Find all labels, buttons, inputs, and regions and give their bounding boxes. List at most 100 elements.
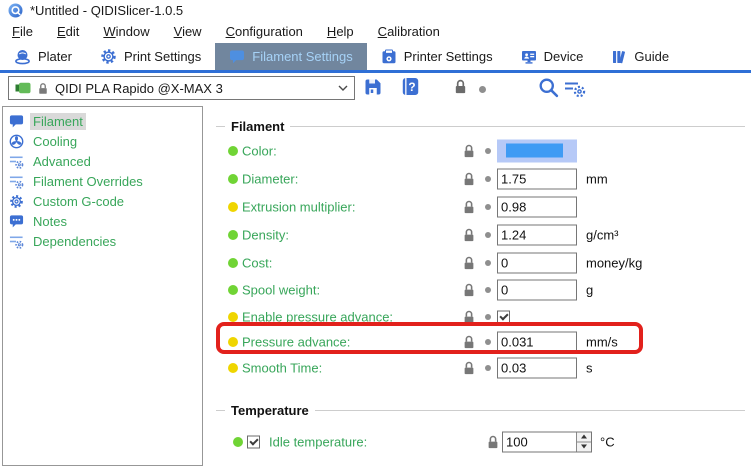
setting-label: Color:	[242, 143, 277, 158]
setting-label: Spool weight:	[242, 282, 320, 297]
spinner-up-button[interactable]	[577, 432, 591, 442]
svg-text:?: ?	[408, 80, 415, 94]
filament-settings-icon	[229, 49, 245, 65]
sidebar-item-label: Dependencies	[30, 233, 119, 250]
tab-printer-settings[interactable]: Printer Settings	[367, 43, 507, 70]
spool-weight-input[interactable]	[497, 279, 577, 300]
app-logo-icon	[8, 3, 23, 18]
sidebar-item-label: Notes	[30, 213, 70, 230]
lock-icon[interactable]	[462, 143, 476, 158]
sidebar-item-notes[interactable]: Notes	[3, 211, 202, 231]
lock-icon[interactable]	[462, 171, 476, 186]
density-input[interactable]	[497, 224, 577, 245]
list-gear-icon	[8, 173, 24, 189]
menu-calibration[interactable]: Calibration	[366, 21, 452, 43]
search-icon[interactable]	[538, 77, 559, 98]
diameter-input[interactable]	[497, 168, 577, 189]
lock-icon[interactable]	[462, 360, 476, 375]
section-title: Filament	[231, 119, 284, 134]
setting-row-color: Color:	[215, 137, 751, 164]
menu-help[interactable]: Help	[315, 21, 366, 43]
setting-row-density: Density: g/cm³	[215, 221, 751, 248]
menu-configuration[interactable]: Configuration	[214, 21, 315, 43]
menu-view[interactable]: View	[162, 21, 214, 43]
color-swatch[interactable]	[497, 139, 577, 162]
sidebar-item-dependencies[interactable]: Dependencies	[3, 231, 202, 251]
unit-label: °C	[600, 434, 615, 449]
spinner-down-button[interactable]	[577, 442, 591, 452]
extrusion-multiplier-input[interactable]	[497, 196, 577, 217]
tab-label: Filament Settings	[252, 49, 352, 64]
settings-page: Filament Color: Diameter: mm Extrusion m…	[215, 106, 751, 466]
lock-icon[interactable]	[462, 199, 476, 214]
settings-category-sidebar: Filament Cooling Advanced	[2, 106, 203, 466]
cost-input[interactable]	[497, 252, 577, 273]
settings-list-icon[interactable]	[564, 80, 586, 98]
unit-label: mm	[586, 171, 608, 186]
lock-icon[interactable]	[462, 282, 476, 297]
system-value-bullet	[228, 146, 238, 156]
setting-row-cost: Cost: money/kg	[215, 249, 751, 276]
window-title: *Untitled - QIDISlicer-1.0.5	[30, 3, 183, 18]
revert-dot	[485, 204, 491, 210]
sidebar-item-custom-gcode[interactable]: Custom G-code	[3, 191, 202, 211]
tab-plater[interactable]: Plater	[0, 43, 86, 70]
system-value-bullet	[228, 230, 238, 240]
section-temperature: Temperature	[216, 402, 745, 418]
save-icon[interactable]	[363, 77, 383, 97]
guide-icon	[611, 49, 627, 65]
lock-icon[interactable]	[486, 434, 500, 449]
revert-dot	[485, 232, 491, 238]
menu-edit[interactable]: Edit	[45, 21, 91, 43]
lock-icon[interactable]	[462, 227, 476, 242]
revert-dot	[485, 365, 491, 371]
revert-dot	[485, 260, 491, 266]
tab-print-settings[interactable]: Print Settings	[86, 43, 215, 70]
dropdown-chevron-icon[interactable]	[338, 85, 348, 91]
setting-label: Extrusion multiplier:	[242, 199, 355, 214]
idle-temperature-spinner[interactable]: 100	[502, 431, 592, 452]
menu-file[interactable]: File	[0, 21, 45, 43]
idle-temperature-checkbox[interactable]	[247, 435, 260, 448]
sidebar-item-filament[interactable]: Filament	[3, 111, 202, 131]
notes-bubble-icon	[8, 213, 24, 229]
preset-lock-icon	[37, 82, 49, 95]
setting-label: Smooth Time:	[242, 360, 322, 375]
lock-icon[interactable]	[453, 78, 468, 95]
filament-icon	[8, 113, 24, 129]
revert-dot	[485, 176, 491, 182]
color-swatch-value	[506, 143, 563, 157]
setting-label: Idle temperature:	[269, 434, 367, 449]
system-value-bullet	[228, 258, 238, 268]
modified-value-bullet	[228, 363, 238, 373]
help-book-icon[interactable]: ?	[401, 77, 420, 96]
menu-window[interactable]: Window	[91, 21, 161, 43]
lock-icon[interactable]	[462, 255, 476, 270]
tab-label: Print Settings	[124, 49, 201, 64]
list-gear-icon	[8, 153, 24, 169]
section-title: Temperature	[231, 403, 309, 418]
system-value-bullet	[228, 174, 238, 184]
tab-label: Plater	[38, 49, 72, 64]
sidebar-item-label: Custom G-code	[30, 193, 127, 210]
cooling-fan-icon	[8, 133, 24, 149]
arrow-down-icon	[581, 445, 587, 449]
preset-combo[interactable]: QIDI PLA Rapido @X-MAX 3	[8, 76, 355, 100]
sidebar-item-cooling[interactable]: Cooling	[3, 131, 202, 151]
unit-label: money/kg	[586, 255, 642, 270]
device-icon	[521, 49, 537, 65]
preset-toolbar: QIDI PLA Rapido @X-MAX 3 ?	[0, 73, 751, 106]
setting-row-spool-weight: Spool weight: g	[215, 276, 751, 303]
unit-label: g	[586, 282, 593, 297]
sidebar-item-filament-overrides[interactable]: Filament Overrides	[3, 171, 202, 191]
tab-guide[interactable]: Guide	[597, 43, 683, 70]
revert-dot	[485, 314, 491, 320]
preset-name: QIDI PLA Rapido @X-MAX 3	[55, 81, 332, 96]
tab-filament-settings[interactable]: Filament Settings	[215, 43, 366, 70]
tab-device[interactable]: Device	[507, 43, 598, 70]
sidebar-item-advanced[interactable]: Advanced	[3, 151, 202, 171]
gear-icon	[8, 193, 24, 209]
smooth-time-input[interactable]	[497, 357, 577, 378]
system-value-bullet	[233, 437, 243, 447]
unit-label: g/cm³	[586, 227, 619, 242]
